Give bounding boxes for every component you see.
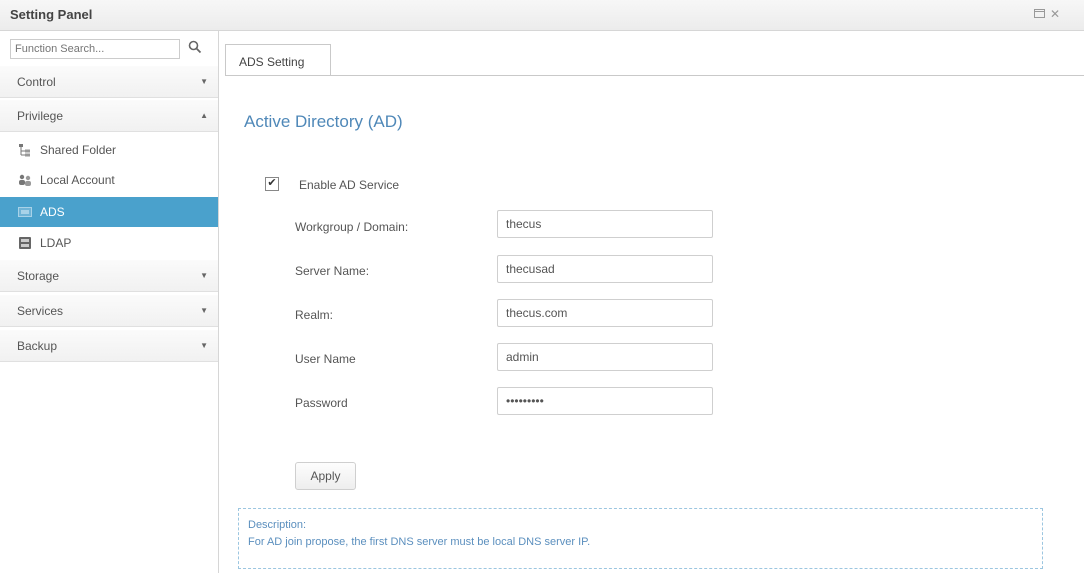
function-search-input[interactable] [10, 39, 180, 59]
chevron-down-icon: ▼ [200, 271, 208, 280]
tab-label: ADS Setting [239, 55, 305, 69]
ldap-icon [18, 236, 32, 250]
user-name-field[interactable] [497, 343, 713, 371]
tab-ads-setting[interactable]: ADS Setting [225, 44, 331, 76]
sidebar-section-backup[interactable]: Backup ▼ [0, 330, 218, 362]
sidebar-item-label: Local Account [40, 173, 115, 187]
sidebar-section-storage[interactable]: Storage ▼ [0, 260, 218, 292]
description-text: For AD join propose, the first DNS serve… [248, 536, 591, 548]
section-label: Privilege [17, 109, 64, 123]
description-title: Description: [248, 519, 307, 531]
realm-field[interactable] [497, 299, 713, 327]
sidebar-item-ldap[interactable]: LDAP [0, 228, 218, 258]
section-label: Services [17, 304, 64, 318]
server-name-label: Server Name: [295, 264, 370, 278]
description-box: Description: For AD join propose, the fi… [238, 508, 1043, 569]
server-name-field[interactable] [497, 255, 713, 283]
chevron-down-icon: ▼ [200, 306, 208, 315]
content-area: ADS Setting Active Directory (AD) ✔ Enab… [225, 44, 1084, 573]
chevron-down-icon: ▼ [200, 77, 208, 86]
sidebar-item-label: Shared Folder [40, 143, 117, 157]
enable-ad-label: Enable AD Service [299, 178, 400, 192]
sidebar-section-privilege[interactable]: Privilege ▲ [0, 100, 218, 132]
ads-setting-panel: Active Directory (AD) ✔ Enable AD Servic… [225, 75, 1084, 574]
sidebar-item-ads[interactable]: ADS [0, 197, 218, 227]
sidebar-section-services[interactable]: Services ▼ [0, 295, 218, 327]
close-icon[interactable]: ✕ [1050, 8, 1060, 20]
section-label: Control [17, 75, 56, 89]
search-icon[interactable] [188, 40, 208, 58]
workgroup-domain-label: Workgroup / Domain: [295, 220, 409, 234]
users-icon [18, 173, 32, 187]
section-label: Backup [17, 339, 58, 353]
ads-icon [18, 205, 32, 219]
sidebar-item-label: ADS [40, 205, 65, 219]
sidebar-item-shared-folder[interactable]: Shared Folder [0, 135, 218, 165]
chevron-up-icon: ▲ [200, 111, 208, 120]
sidebar-section-control[interactable]: Control ▼ [0, 66, 218, 98]
window-title: Setting Panel [10, 7, 93, 22]
enable-ad-checkbox[interactable]: ✔ [265, 177, 279, 191]
sidebar-item-local-account[interactable]: Local Account [0, 165, 218, 195]
section-title: Active Directory (AD) [244, 112, 403, 131]
title-bar: Setting Panel ✕ [0, 0, 1084, 31]
chevron-down-icon: ▼ [200, 341, 208, 350]
sidebar: Control ▼ Privilege ▲ Shared Folder Loca… [0, 31, 219, 573]
sidebar-item-label: LDAP [40, 236, 72, 250]
password-field[interactable] [497, 387, 713, 415]
restore-icon[interactable] [1034, 8, 1045, 20]
apply-button[interactable]: Apply [295, 462, 356, 490]
password-label: Password [295, 396, 348, 410]
realm-label: Realm: [295, 308, 334, 322]
workgroup-domain-field[interactable] [497, 210, 713, 238]
folder-tree-icon [18, 143, 32, 157]
user-name-label: User Name [295, 352, 356, 366]
section-label: Storage [17, 269, 60, 283]
